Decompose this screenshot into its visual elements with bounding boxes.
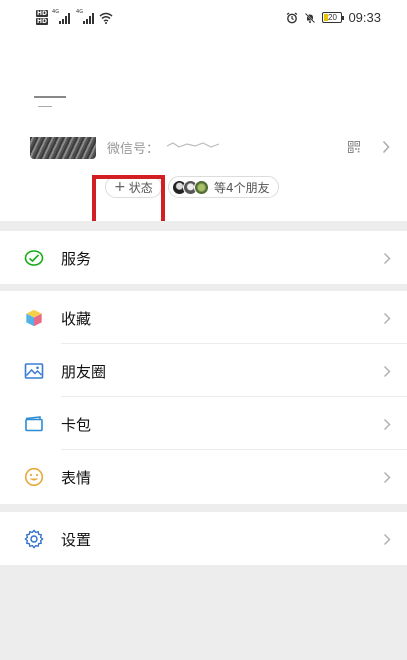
menu-item-stickers[interactable]: 表情: [0, 450, 407, 503]
redacted-nickname: [34, 96, 66, 98]
avatar[interactable]: [30, 137, 96, 159]
status-bar: HD HD 4G 4G 20 09:33: [0, 0, 407, 40]
menu-item-moments[interactable]: 朋友圈: [0, 344, 407, 397]
signal-2-icon: 4G: [76, 9, 95, 24]
friends-status-chip[interactable]: 等4个朋友: [168, 176, 279, 198]
signal-1-icon: 4G: [52, 9, 71, 24]
chevron-right-icon[interactable]: [382, 140, 390, 154]
network-type-2: 4G: [76, 8, 84, 15]
qr-code-icon[interactable]: [348, 141, 360, 153]
menu-label-stickers: 表情: [61, 469, 92, 487]
wechat-id-label: 微信号：: [107, 142, 160, 154]
smiley-stickers-icon: [24, 467, 44, 487]
chevron-right-icon: [383, 471, 391, 484]
menu-item-settings[interactable]: 设置: [0, 512, 407, 565]
chevron-right-icon: [383, 418, 391, 431]
hd-badge-2: HD: [36, 18, 49, 25]
chevron-right-icon: [383, 365, 391, 378]
battery-icon: 20: [322, 12, 345, 23]
friend-avatars: [172, 179, 209, 195]
wifi-icon: [99, 12, 113, 24]
network-type-1: 4G: [52, 8, 60, 15]
chevron-right-icon: [383, 312, 391, 325]
chevron-right-icon: [383, 533, 391, 546]
highlight-annotation-box: [92, 175, 165, 221]
picture-moments-icon: [24, 363, 44, 379]
friends-status-text: 等4个朋友: [214, 180, 270, 195]
menu-label-moments: 朋友圈: [61, 363, 107, 381]
menu-label-cards: 卡包: [61, 416, 92, 434]
redacted-wechat-id: [165, 140, 225, 150]
services-group: 服务: [0, 231, 407, 284]
cube-favorites-icon: [25, 309, 43, 327]
menu-label-favorites: 收藏: [61, 310, 92, 328]
clock: 09:33: [348, 10, 381, 25]
hd-badge-1: HD: [36, 10, 49, 17]
menu-item-favorites[interactable]: 收藏: [0, 291, 407, 344]
mute-bell-icon: [305, 12, 316, 23]
menu-label-settings: 设置: [61, 531, 92, 549]
menu-item-services[interactable]: 服务: [0, 231, 407, 284]
features-group: 收藏 朋友圈 卡包 表情: [0, 291, 407, 504]
redacted-mark: [38, 106, 52, 107]
battery-level: 20: [328, 13, 337, 22]
wallet-cards-icon: [25, 416, 43, 432]
status-right: 20 09:33: [286, 10, 381, 25]
menu-label-services: 服务: [61, 250, 92, 268]
gear-icon: [24, 529, 44, 549]
services-icon: [24, 250, 44, 266]
chevron-right-icon: [383, 252, 391, 265]
friend-avatar: [194, 179, 209, 195]
alarm-icon: [287, 11, 298, 23]
signal-group: HD HD 4G 4G: [36, 9, 113, 25]
settings-group: 设置: [0, 512, 407, 565]
menu-item-cards[interactable]: 卡包: [0, 397, 407, 450]
sim-badges: HD HD: [36, 10, 49, 25]
profile-header[interactable]: 微信号： + 状态 等4个朋友: [0, 40, 407, 221]
